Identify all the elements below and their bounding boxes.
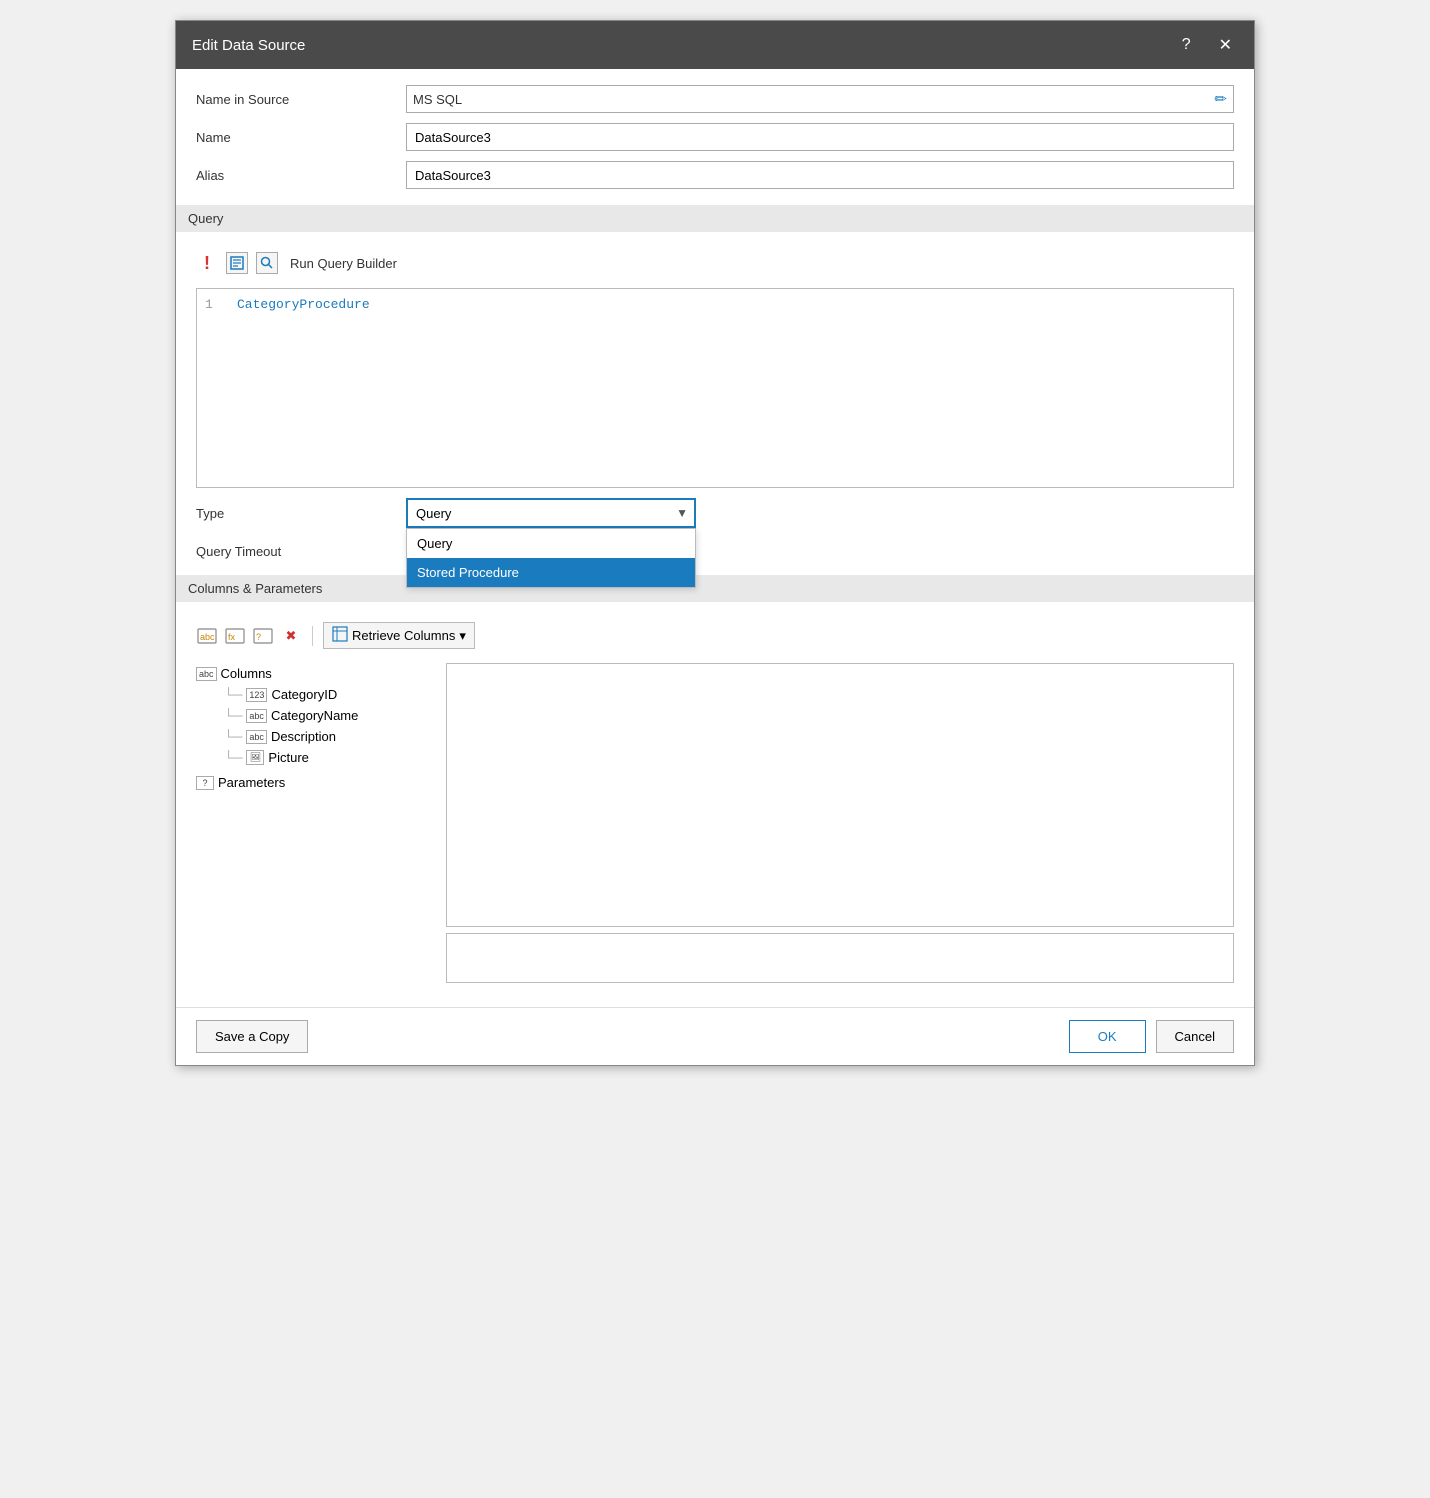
query-timeout-row: Query Timeout bbox=[196, 544, 1234, 559]
alias-input[interactable] bbox=[406, 161, 1234, 189]
delete-icon[interactable]: ✖ bbox=[280, 625, 302, 647]
num-icon: 123 bbox=[246, 688, 267, 702]
details-panel bbox=[446, 933, 1234, 983]
parameters-root-item[interactable]: ? Parameters bbox=[196, 772, 436, 793]
columns-toolbar: abc fx ? ✖ bbox=[196, 618, 1234, 653]
type-row: Type Query Stored Procedure ▼ Query Stor… bbox=[196, 498, 1234, 528]
parameters-label: Parameters bbox=[218, 775, 285, 790]
close-button[interactable]: ✕ bbox=[1213, 33, 1238, 57]
name-in-source-input[interactable] bbox=[413, 92, 1214, 107]
type-select-wrapper: Query Stored Procedure ▼ Query Stored Pr… bbox=[406, 498, 696, 528]
add-expression-icon[interactable]: fx bbox=[224, 625, 246, 647]
svg-text:?: ? bbox=[256, 632, 261, 642]
columns-label: Columns bbox=[221, 666, 272, 681]
save-copy-button[interactable]: Save a Copy bbox=[196, 1020, 308, 1053]
pencil-icon[interactable]: ✏ bbox=[1214, 90, 1227, 108]
tree-connector: └─ bbox=[224, 687, 242, 702]
dropdown-option-query[interactable]: Query bbox=[407, 529, 695, 558]
edit-query-icon[interactable] bbox=[226, 252, 248, 274]
tree-label-categoryid: CategoryID bbox=[271, 687, 337, 702]
alias-row: Alias bbox=[196, 161, 1234, 189]
help-button[interactable]: ? bbox=[1176, 34, 1197, 56]
pic-icon: 🖼 bbox=[246, 750, 264, 765]
tree-panel: abc Columns └─ 123 CategoryID └─ abc Cat… bbox=[196, 663, 436, 983]
param-icon: ? bbox=[196, 776, 214, 790]
query-timeout-label: Query Timeout bbox=[196, 544, 396, 559]
tree-item-description[interactable]: └─ abc Description bbox=[196, 726, 436, 747]
type-dropdown: Query Stored Procedure bbox=[406, 528, 696, 588]
edit-data-source-dialog: Edit Data Source ? ✕ Name in Source ✏ Na… bbox=[175, 20, 1255, 1066]
tree-connector: └─ bbox=[224, 708, 242, 723]
add-string-column-icon[interactable]: abc bbox=[196, 625, 218, 647]
retrieve-columns-label: Retrieve Columns bbox=[352, 628, 455, 643]
query-toolbar: ! Run Query Builder bbox=[196, 248, 1234, 278]
footer-right: OK Cancel bbox=[1069, 1020, 1234, 1053]
alias-label: Alias bbox=[196, 168, 396, 183]
tree-item-categoryname[interactable]: └─ abc CategoryName bbox=[196, 705, 436, 726]
dialog-body: Name in Source ✏ Name Alias Query ! bbox=[176, 69, 1254, 999]
columns-params-area: abc Columns └─ 123 CategoryID └─ abc Cat… bbox=[196, 663, 1234, 983]
title-bar-controls: ? ✕ bbox=[1176, 33, 1238, 57]
toolbar-divider bbox=[312, 626, 313, 646]
tree-label-picture: Picture bbox=[268, 750, 308, 765]
retrieve-columns-button[interactable]: Retrieve Columns ▾ bbox=[323, 622, 475, 649]
svg-text:fx: fx bbox=[228, 632, 236, 642]
exclamation-icon: ! bbox=[196, 252, 218, 274]
retrieve-columns-icon bbox=[332, 626, 348, 645]
run-query-label[interactable]: Run Query Builder bbox=[290, 256, 397, 271]
search-query-icon[interactable] bbox=[256, 252, 278, 274]
tree-label-categoryname: CategoryName bbox=[271, 708, 358, 723]
tree-label-description: Description bbox=[271, 729, 336, 744]
tree-connector: └─ bbox=[224, 729, 242, 744]
query-editor[interactable]: 1 CategoryProcedure bbox=[196, 288, 1234, 488]
name-in-source-label: Name in Source bbox=[196, 92, 396, 107]
name-input[interactable] bbox=[406, 123, 1234, 151]
name-row: Name bbox=[196, 123, 1234, 151]
title-bar: Edit Data Source ? ✕ bbox=[176, 21, 1254, 69]
dropdown-option-stored-procedure[interactable]: Stored Procedure bbox=[407, 558, 695, 587]
type-label: Type bbox=[196, 506, 396, 521]
columns-root-item[interactable]: abc Columns bbox=[196, 663, 436, 684]
name-label: Name bbox=[196, 130, 396, 145]
dialog-footer: Save a Copy OK Cancel bbox=[176, 1007, 1254, 1065]
query-line-1: 1 CategoryProcedure bbox=[205, 297, 1225, 312]
line-number: 1 bbox=[205, 297, 221, 312]
svg-text:abc: abc bbox=[200, 632, 215, 642]
query-content: CategoryProcedure bbox=[237, 297, 370, 312]
cancel-button[interactable]: Cancel bbox=[1156, 1020, 1234, 1053]
abc-icon-3: abc bbox=[246, 730, 267, 744]
columns-params-header: Columns & Parameters bbox=[176, 575, 1254, 602]
query-section-header: Query bbox=[176, 205, 1254, 232]
properties-panel bbox=[446, 663, 1234, 927]
retrieve-chevron-icon: ▾ bbox=[459, 628, 466, 644]
ok-button[interactable]: OK bbox=[1069, 1020, 1146, 1053]
name-in-source-input-wrapper: ✏ bbox=[406, 85, 1234, 113]
columns-abc-icon: abc bbox=[196, 667, 217, 681]
add-parameter-icon[interactable]: ? bbox=[252, 625, 274, 647]
tree-item-categoryid[interactable]: └─ 123 CategoryID bbox=[196, 684, 436, 705]
abc-icon-2: abc bbox=[246, 709, 267, 723]
name-in-source-row: Name in Source ✏ bbox=[196, 85, 1234, 113]
type-select[interactable]: Query Stored Procedure bbox=[406, 498, 696, 528]
dialog-title: Edit Data Source bbox=[192, 37, 305, 54]
right-panel bbox=[446, 663, 1234, 983]
tree-item-picture[interactable]: └─ 🖼 Picture bbox=[196, 747, 436, 768]
tree-connector: └─ bbox=[224, 750, 242, 765]
